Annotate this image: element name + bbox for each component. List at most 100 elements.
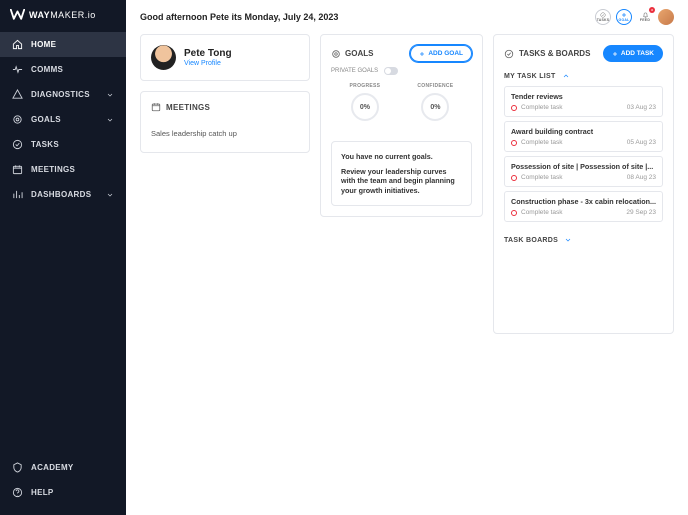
private-goals-toggle[interactable] [384, 67, 398, 75]
nav-label: MEETINGS [31, 165, 114, 174]
quick-label: GOAL [619, 19, 630, 23]
profile-name: Pete Tong [184, 48, 232, 59]
nav-bottom: ACADEMY HELP [0, 455, 126, 505]
task-date: 08 Aug 23 [627, 174, 656, 181]
status-dot-icon [511, 210, 517, 216]
quick-label: TASKS [597, 19, 610, 23]
task-item[interactable]: Possession of site | Possession of site … [504, 156, 663, 187]
sidebar: WAYMAKER.io HOME COMMS DIAGNOSTICS GOALS [0, 0, 126, 515]
shield-icon [12, 462, 23, 473]
content: Pete Tong View Profile MEETINGS Sales le… [126, 34, 688, 348]
meeting-item[interactable]: Sales leadership catch up [151, 124, 299, 142]
meetings-title: MEETINGS [166, 103, 210, 112]
pulse-icon [12, 64, 23, 75]
target-icon [331, 49, 341, 59]
greeting: Good afternoon Pete its Monday, July 24,… [140, 12, 338, 22]
brand-logo[interactable]: WAYMAKER.io [0, 0, 126, 29]
status-dot-icon [511, 140, 517, 146]
nav-diagnostics[interactable]: DIAGNOSTICS [0, 82, 126, 107]
goal-quick-button[interactable]: GOAL [616, 9, 632, 25]
task-status-label: Complete task [521, 139, 563, 146]
goals-title: GOALS [345, 49, 373, 58]
nav-label: GOALS [31, 115, 98, 124]
task-date: 03 Aug 23 [627, 104, 656, 111]
target-icon [12, 114, 23, 125]
task-name: Tender reviews [511, 92, 656, 101]
calendar-icon [12, 164, 23, 175]
confidence-ring: 0% [421, 93, 449, 121]
nav-label: HELP [31, 488, 114, 497]
chart-icon [12, 189, 23, 200]
task-status-label: Complete task [521, 104, 563, 111]
feed-quick-button[interactable]: FEED 3 [637, 9, 653, 25]
task-name: Award building contract [511, 127, 656, 136]
add-task-label: ADD TASK [621, 50, 654, 57]
logo-mark-icon [10, 9, 25, 20]
task-name: Construction phase - 3x cabin relocation… [511, 197, 656, 206]
goals-empty-state: You have no current goals. Review your l… [331, 141, 472, 206]
goals-empty-line2: Review your leadership curves with the t… [341, 167, 462, 195]
private-goals-label: PRIVATE GOALS [331, 68, 378, 74]
main: Good afternoon Pete its Monday, July 24,… [126, 0, 688, 515]
tasks-quick-button[interactable]: TASKS [595, 9, 611, 25]
task-item[interactable]: Award building contract Complete task 05… [504, 121, 663, 152]
task-item[interactable]: Tender reviews Complete task 03 Aug 23 [504, 86, 663, 117]
progress-label: PROGRESS [350, 83, 381, 89]
nav-label: ACADEMY [31, 463, 114, 472]
chevron-down-icon [106, 191, 114, 199]
nav-academy[interactable]: ACADEMY [0, 455, 126, 480]
nav-label: TASKS [31, 140, 114, 149]
plus-icon [419, 51, 425, 57]
top-actions: TASKS GOAL FEED 3 [595, 9, 674, 25]
view-profile-link[interactable]: View Profile [184, 60, 232, 67]
nav-dashboards[interactable]: DASHBOARDS [0, 182, 126, 207]
task-boards-label: TASK BOARDS [504, 237, 558, 244]
add-goal-button[interactable]: ADD GOAL [410, 45, 472, 62]
nav-help[interactable]: HELP [0, 480, 126, 505]
chevron-down-icon [106, 116, 114, 124]
task-status-label: Complete task [521, 209, 563, 216]
goals-card: GOALS ADD GOAL PRIVATE GOALS PROGRES [320, 34, 483, 217]
my-task-list-toggle[interactable]: MY TASK LIST [504, 72, 663, 80]
calendar-icon [151, 102, 161, 112]
nav-label: DIAGNOSTICS [31, 90, 98, 99]
nav-comms[interactable]: COMMS [0, 57, 126, 82]
user-avatar[interactable] [658, 9, 674, 25]
progress-ring: 0% [351, 93, 379, 121]
chevron-down-icon [564, 236, 572, 244]
brand-name: WAYMAKER.io [29, 10, 96, 20]
status-dot-icon [511, 175, 517, 181]
plus-icon [612, 51, 618, 57]
nav-label: HOME [31, 40, 114, 49]
tasks-card: TASKS & BOARDS ADD TASK MY TASK LIST Ten… [493, 34, 674, 334]
my-task-list-label: MY TASK LIST [504, 73, 556, 80]
nav-home[interactable]: HOME [0, 32, 126, 57]
check-icon [504, 49, 514, 59]
nav-tasks[interactable]: TASKS [0, 132, 126, 157]
notification-badge: 3 [649, 7, 655, 13]
profile-avatar [151, 45, 176, 70]
status-dot-icon [511, 105, 517, 111]
task-status-label: Complete task [521, 174, 563, 181]
goals-empty-line1: You have no current goals. [341, 152, 462, 161]
task-date: 29 Sep 23 [626, 209, 656, 216]
help-icon [12, 487, 23, 498]
profile-card: Pete Tong View Profile [140, 34, 310, 81]
primary-nav: HOME COMMS DIAGNOSTICS GOALS TASKS [0, 32, 126, 455]
diagnostics-icon [12, 89, 23, 100]
home-icon [12, 39, 23, 50]
confidence-label: CONFIDENCE [417, 83, 453, 89]
task-boards-toggle[interactable]: TASK BOARDS [504, 236, 663, 244]
add-goal-label: ADD GOAL [428, 50, 463, 57]
task-item[interactable]: Construction phase - 3x cabin relocation… [504, 191, 663, 222]
tasks-title: TASKS & BOARDS [519, 49, 590, 58]
add-task-button[interactable]: ADD TASK [603, 45, 663, 62]
topbar: Good afternoon Pete its Monday, July 24,… [126, 0, 688, 34]
task-name: Possession of site | Possession of site … [511, 162, 656, 171]
nav-goals[interactable]: GOALS [0, 107, 126, 132]
task-date: 05 Aug 23 [627, 139, 656, 146]
nav-label: DASHBOARDS [31, 190, 98, 199]
quick-label: FEED [640, 19, 650, 23]
chevron-up-icon [562, 72, 570, 80]
nav-meetings[interactable]: MEETINGS [0, 157, 126, 182]
